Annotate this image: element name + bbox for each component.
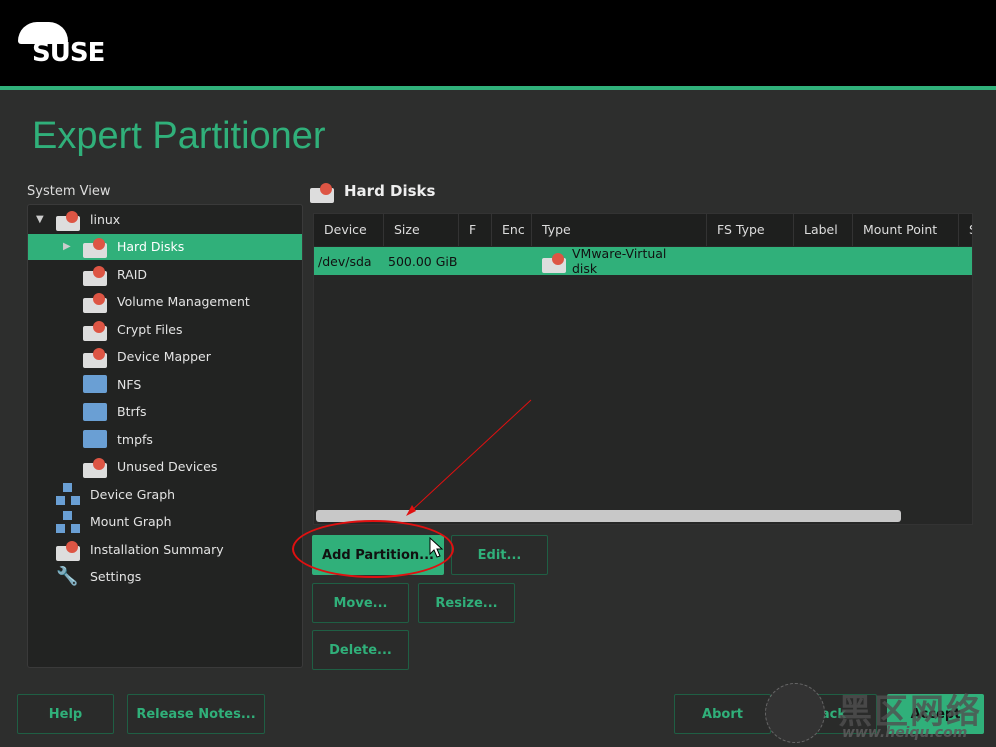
tree-item-label: Installation Summary (90, 541, 224, 557)
edit-button[interactable]: Edit... (451, 535, 548, 575)
tree-item-device-graph[interactable]: Device Graph (28, 481, 175, 507)
graph-icon (56, 483, 80, 505)
tree-item-label: Device Graph (90, 486, 176, 502)
section-title: Hard Disks (310, 182, 436, 203)
column-header[interactable]: F (459, 214, 492, 246)
raid-icon (83, 265, 107, 286)
device-mapper-icon (83, 348, 107, 368)
table-row[interactable]: /dev/sda 500.00 GiB VMware-Virtual disk (314, 246, 972, 276)
cell-type: VMware-Virtual disk (572, 246, 667, 276)
cell-device: /dev/sda (318, 253, 372, 269)
folder-icon (83, 402, 107, 421)
horizontal-scrollbar[interactable] (316, 510, 901, 522)
wrench-icon: 🔧 (56, 565, 79, 587)
disk-icon (56, 540, 80, 561)
page-title: Expert Partitioner (32, 115, 326, 157)
tree-item-label: Volume Management (117, 294, 250, 309)
header-bar: SUSE (0, 0, 996, 90)
tree-item-nfs[interactable]: NFS (28, 371, 141, 397)
tree-item-raid[interactable]: RAID (28, 261, 147, 287)
tree-item-label: tmpfs (117, 431, 153, 447)
tree-item-installation-summary[interactable]: Installation Summary (28, 536, 224, 562)
tree-item-label: Btrfs (117, 404, 147, 419)
system-view-tree[interactable]: ▼ linux ▶ Hard Disks RAID Volume Management Cr… (27, 204, 303, 668)
tree-item-label: Hard Disks (117, 239, 185, 254)
tree-item-btrfs[interactable]: Btrfs (28, 399, 147, 425)
resize-button[interactable]: Resize... (418, 583, 515, 623)
disk-icon (310, 182, 334, 203)
watermark-logo (765, 683, 825, 743)
abort-button[interactable]: Abort (674, 694, 771, 734)
tree-item-label: Mount Graph (90, 514, 172, 529)
column-header[interactable]: Enc (492, 214, 532, 246)
system-view-label: System View (27, 184, 111, 199)
add-partition-button[interactable]: Add Partition... (312, 535, 444, 575)
tree-item-settings[interactable]: 🔧 Settings (28, 564, 141, 590)
tree-item-label: linux (90, 211, 121, 227)
tree-item-label: Device Mapper (117, 349, 211, 364)
column-header[interactable]: FS Type (707, 214, 794, 246)
tree-item-device-mapper[interactable]: Device Mapper (28, 344, 211, 370)
disk-icon (83, 293, 107, 313)
help-button[interactable]: Help (17, 694, 114, 734)
tree-item-label: NFS (117, 376, 142, 392)
disk-icon (542, 252, 566, 273)
folder-icon (83, 430, 107, 448)
accent-line (0, 86, 996, 90)
tree-item-crypt-files[interactable]: Crypt Files (28, 316, 183, 342)
tree-item-mount-graph[interactable]: Mount Graph (28, 509, 172, 535)
tree-item-tmpfs[interactable]: tmpfs (28, 426, 153, 452)
cell-size: 500.00 GiB (388, 253, 458, 269)
table-header: Device Size F Enc Type FS Type Label Mount Poin… (314, 214, 972, 246)
disk-icon (83, 238, 107, 258)
tree-item-unused-devices[interactable]: Unused Devices (28, 454, 217, 480)
tree-item-label: Crypt Files (117, 321, 183, 337)
watermark-url: www.heiqu.com (842, 725, 968, 741)
tree-item-label: Unused Devices (117, 459, 218, 474)
mouse-cursor-icon (429, 536, 444, 558)
tree-item-label: RAID (117, 266, 148, 282)
column-header[interactable]: Size (384, 214, 459, 246)
graph-icon (56, 510, 80, 533)
tree-item-volume-management[interactable]: Volume Management (28, 289, 250, 315)
expand-arrow-icon[interactable]: ▶ (63, 241, 83, 252)
column-header[interactable]: Type (532, 214, 707, 246)
section-title-text: Hard Disks (344, 182, 436, 200)
collapse-arrow-icon[interactable]: ▼ (36, 214, 56, 225)
unused-icon (83, 458, 107, 478)
disk-icon (56, 210, 80, 231)
tree-item-hard-disks[interactable]: ▶ Hard Disks (28, 233, 302, 260)
crypt-icon (83, 320, 107, 341)
column-header[interactable]: Mount Point (853, 214, 959, 246)
column-header[interactable]: Label (794, 214, 853, 246)
tree-item-label: Settings (90, 569, 142, 584)
column-header[interactable]: Device (314, 214, 384, 246)
tree-item-linux[interactable]: ▼ linux (28, 206, 120, 232)
disk-table[interactable]: Device Size F Enc Type FS Type Label Mount Poin… (313, 213, 973, 525)
column-header[interactable]: Sta (959, 214, 972, 246)
delete-button[interactable]: Delete... (312, 630, 409, 670)
folder-icon (83, 375, 107, 393)
release-notes-button[interactable]: Release Notes... (127, 694, 265, 734)
move-button[interactable]: Move... (312, 583, 409, 623)
